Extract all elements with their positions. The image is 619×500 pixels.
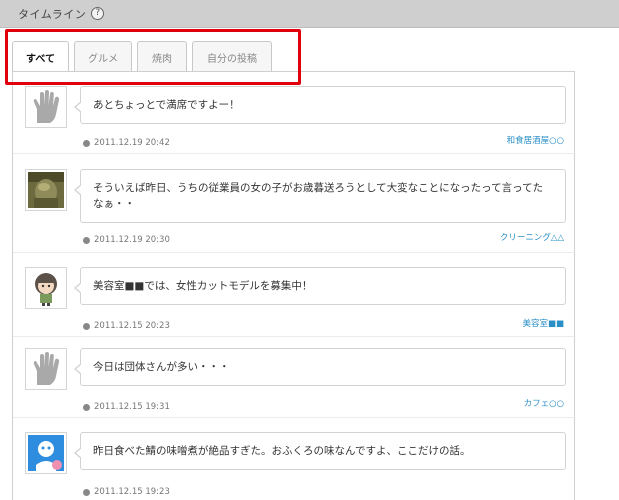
- shop-link[interactable]: クリーニング△△: [500, 231, 564, 243]
- post-time: 2011.12.19 20:42: [94, 138, 170, 148]
- post-time: 2011.12.15 20:23: [94, 321, 170, 331]
- divider: [13, 252, 576, 253]
- post-text: 美容室■■では、女性カットモデルを募集中！: [93, 280, 313, 292]
- post-time: 2011.12.15 19:23: [94, 487, 170, 497]
- post-timestamp: 2011.12.15 19:31: [83, 402, 170, 412]
- photo-avatar: [28, 172, 64, 208]
- post-time: 2011.12.15 19:31: [94, 402, 170, 412]
- tab-gourmet[interactable]: グルメ: [74, 41, 132, 72]
- tab-all[interactable]: すべて: [12, 41, 69, 73]
- avatar[interactable]: [25, 267, 67, 309]
- tab-yakiniku[interactable]: 焼肉: [137, 41, 187, 72]
- avatar[interactable]: [25, 86, 67, 128]
- clock-icon: [83, 488, 90, 496]
- clock-icon: [83, 236, 90, 244]
- post-timestamp: 2011.12.15 20:23: [83, 321, 170, 331]
- cartoon-avatar: [28, 435, 64, 471]
- hand-icon: [33, 90, 60, 123]
- divider: [13, 336, 576, 337]
- avatar[interactable]: [25, 432, 67, 474]
- clock-icon: [83, 139, 90, 147]
- divider: [13, 417, 576, 418]
- post-message: そういえば昨日、うちの従業員の女の子がお歳暮送ろうとして大変なことになったって言…: [74, 169, 566, 223]
- clock-icon: [83, 322, 90, 330]
- post-timestamp: 2011.12.19 20:30: [83, 235, 170, 245]
- hand-icon: [33, 352, 60, 385]
- tab-my-posts[interactable]: 自分の投稿: [192, 41, 272, 72]
- post-text: 今日は団体さんが多い・・・: [93, 361, 230, 373]
- shop-link[interactable]: カフェ○○: [524, 397, 564, 409]
- girl-avatar: [35, 273, 57, 306]
- help-icon[interactable]: ?: [91, 7, 105, 20]
- timeline-title: タイムライン: [18, 7, 87, 21]
- avatar[interactable]: [25, 169, 67, 211]
- avatar[interactable]: [25, 348, 67, 390]
- post-time: 2011.12.19 20:30: [94, 235, 170, 245]
- post-timestamp: 2011.12.19 20:42: [83, 138, 170, 148]
- filter-tabs: すべて グルメ 焼肉 自分の投稿: [12, 41, 272, 73]
- post-message: 美容室■■では、女性カットモデルを募集中！: [74, 267, 566, 305]
- post-timestamp: 2011.12.15 19:23: [83, 487, 170, 497]
- timeline-header: タイムライン ?: [0, 0, 619, 28]
- divider: [13, 153, 576, 154]
- post-text: 昨日食べた鯖の味噌煮が絶品すぎた。おふくろの味なんですよ、ここだけの話。: [93, 445, 471, 457]
- timeline-panel: あとちょっとで満席ですよー！ 2011.12.19 20:42 和食居酒屋○○ …: [12, 71, 576, 500]
- post-text: そういえば昨日、うちの従業員の女の子がお歳暮送ろうとして大変なことになったって言…: [93, 182, 544, 211]
- post-text: あとちょっとで満席ですよー！: [93, 99, 240, 111]
- post-message: 昨日食べた鯖の味噌煮が絶品すぎた。おふくろの味なんですよ、ここだけの話。: [74, 432, 566, 470]
- shop-link[interactable]: 美容室■■: [522, 317, 564, 329]
- post-message: 今日は団体さんが多い・・・: [74, 348, 566, 386]
- shop-link[interactable]: 和食居酒屋○○: [507, 134, 564, 146]
- post-message: あとちょっとで満席ですよー！: [74, 86, 566, 124]
- clock-icon: [83, 403, 90, 411]
